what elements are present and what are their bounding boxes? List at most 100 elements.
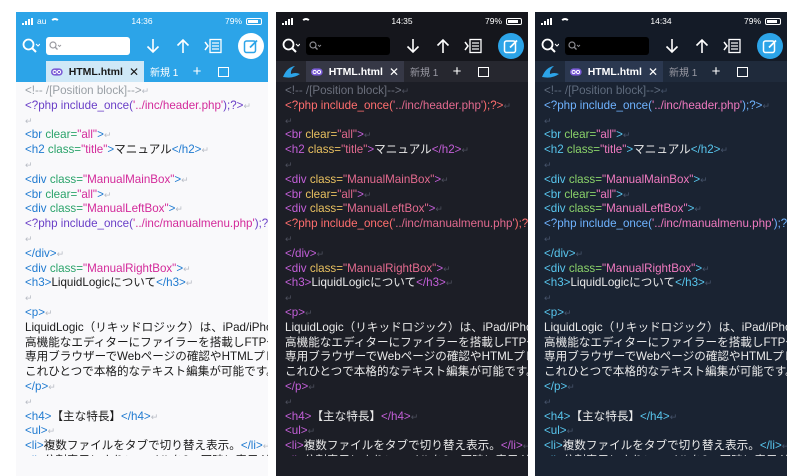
list-icon[interactable] bbox=[721, 35, 743, 57]
return-mark-icon: ↵ bbox=[694, 204, 702, 215]
code-line: <div class="ManualMainBox">↵ bbox=[285, 173, 528, 188]
code-token: </h4> bbox=[121, 409, 151, 423]
code-token: 専用ブラウザーでWebページの確認やHTMLプレ bbox=[544, 350, 787, 364]
return-mark-icon: ↵ bbox=[700, 174, 708, 185]
tab-html-file[interactable]: HTML.html ✕ bbox=[306, 61, 404, 82]
tab-new-file[interactable]: 新規 1 bbox=[404, 61, 444, 82]
code-token: "title" bbox=[81, 143, 108, 157]
arrow-down-icon[interactable] bbox=[661, 35, 683, 57]
code-line: <p>↵ bbox=[285, 306, 528, 321]
code-token: LiquidLogicについて bbox=[51, 276, 157, 290]
code-editor[interactable]: <!-- /[Position block]-->↵ <?php include_… bbox=[16, 82, 268, 456]
return-mark-icon: ↵ bbox=[575, 248, 584, 259]
code-token: <br bbox=[544, 187, 565, 201]
add-tab-button[interactable]: + bbox=[444, 63, 470, 80]
code-token: "title" bbox=[341, 143, 368, 157]
code-token: 【主な特長】 bbox=[570, 409, 641, 423]
code-token: <?php include_once( bbox=[285, 98, 393, 112]
tab-new-file[interactable]: 新規 1 bbox=[144, 61, 184, 82]
code-token: <p> bbox=[285, 305, 305, 319]
code-line: ↵ bbox=[544, 291, 787, 306]
code-line: ↵ bbox=[25, 395, 268, 410]
add-tab-button[interactable]: + bbox=[184, 63, 210, 80]
arrow-up-icon[interactable] bbox=[432, 35, 454, 57]
code-token: これひとつで本格的なテキスト編集が可能です。 bbox=[25, 365, 268, 379]
return-mark-icon: ↵ bbox=[103, 189, 112, 200]
battery-percent: 79% bbox=[224, 16, 242, 26]
code-editor[interactable]: <!-- /[Position block]-->↵ <?php include_… bbox=[535, 82, 787, 456]
code-line: 専用ブラウザーでWebページの確認やHTMLプレ↵ bbox=[285, 350, 528, 365]
code-token: );?> bbox=[483, 98, 504, 112]
tab-html-file[interactable]: HTML.html ✕ bbox=[565, 61, 663, 82]
code-token: "ManualMainBox" bbox=[602, 172, 694, 186]
search-icon[interactable] bbox=[20, 35, 42, 57]
close-tab-icon[interactable]: ✕ bbox=[648, 65, 658, 79]
compose-icon[interactable] bbox=[757, 32, 783, 59]
code-token: 高機能なエディターにファイラーを搭載しFTPや bbox=[285, 335, 528, 349]
compose-icon[interactable] bbox=[498, 32, 524, 59]
return-mark-icon: ↵ bbox=[762, 100, 771, 111]
search-icon[interactable] bbox=[539, 35, 561, 57]
code-token: 複数ファイルをタブで切り替え表示。 bbox=[562, 439, 760, 453]
code-token: <h3> bbox=[25, 276, 52, 290]
code-token: "ManualLeftBox" bbox=[83, 202, 169, 216]
code-token: </h3> bbox=[675, 276, 705, 290]
add-tab-button[interactable]: + bbox=[703, 63, 729, 80]
code-token: <li> bbox=[285, 439, 304, 453]
arrow-up-icon[interactable] bbox=[172, 35, 194, 57]
return-mark-icon: ↵ bbox=[243, 100, 252, 111]
window-icon[interactable] bbox=[210, 61, 236, 82]
search-field-icon bbox=[309, 40, 322, 50]
search-icon[interactable] bbox=[280, 35, 302, 57]
liquidlogic-logo-icon[interactable] bbox=[16, 61, 46, 82]
code-line: <?php include_once('../inc/header.php');… bbox=[544, 99, 787, 114]
arrow-down-icon[interactable] bbox=[402, 35, 424, 57]
editor-toolbar bbox=[535, 30, 787, 61]
code-line: <?php include_once('../inc/manualmenu.ph… bbox=[285, 217, 528, 232]
code-token: LiquidLogicについて bbox=[570, 276, 676, 290]
return-mark-icon: ↵ bbox=[25, 293, 33, 304]
code-token: <li> bbox=[544, 439, 563, 453]
search-input[interactable] bbox=[46, 36, 130, 55]
status-bar: 14:34 79% bbox=[535, 12, 787, 30]
code-line: <li>分割表示によりファイルを2つ同時に表示が bbox=[25, 454, 268, 456]
close-tab-icon[interactable]: ✕ bbox=[389, 65, 399, 79]
liquidlogic-logo-icon[interactable] bbox=[276, 61, 306, 82]
battery-icon bbox=[506, 17, 522, 25]
close-tab-icon[interactable]: ✕ bbox=[129, 65, 139, 79]
window-icon[interactable] bbox=[729, 61, 755, 82]
return-mark-icon: ↵ bbox=[285, 396, 293, 407]
arrow-up-icon[interactable] bbox=[691, 35, 713, 57]
code-token: </p> bbox=[25, 379, 49, 393]
code-line: </p>↵ bbox=[544, 380, 787, 395]
list-icon[interactable] bbox=[462, 35, 484, 57]
code-token: <ul> bbox=[285, 424, 308, 438]
code-token: '../inc/header.php' bbox=[392, 98, 484, 112]
liquidlogic-logo-icon[interactable] bbox=[535, 61, 565, 82]
search-input[interactable] bbox=[565, 36, 649, 55]
list-icon[interactable] bbox=[202, 35, 224, 57]
arrow-down-icon[interactable] bbox=[142, 35, 164, 57]
code-line: <h4>【主な特長】</h4>↵ bbox=[544, 410, 787, 425]
code-line: <div class="ManualLeftBox">↵ bbox=[544, 202, 787, 217]
code-token: </div> bbox=[25, 246, 57, 260]
code-token: <div bbox=[544, 172, 569, 186]
compose-icon[interactable] bbox=[238, 32, 264, 59]
code-line: <div class="ManualRightBox">↵ bbox=[544, 262, 787, 277]
tab-label: HTML.html bbox=[68, 65, 123, 78]
code-line: <?php include_once('../inc/header.php');… bbox=[25, 99, 268, 114]
return-mark-icon: ↵ bbox=[622, 130, 631, 141]
code-token: <li> bbox=[285, 454, 304, 456]
tab-new-file[interactable]: 新規 1 bbox=[663, 61, 703, 82]
code-token: <br bbox=[285, 187, 306, 201]
window-icon[interactable] bbox=[470, 61, 496, 82]
code-editor[interactable]: <!-- /[Position block]-->↵ <?php include_… bbox=[276, 82, 528, 456]
code-token: <h2 bbox=[285, 143, 308, 157]
code-token: </div> bbox=[544, 246, 576, 260]
search-input[interactable] bbox=[306, 36, 390, 55]
code-token: clear= bbox=[564, 128, 597, 142]
code-token: <?php include_once( bbox=[25, 217, 133, 231]
tab-html-file[interactable]: HTML.html ✕ bbox=[46, 61, 144, 82]
code-line: <li>複数ファイルをタブで切り替え表示。</li>↵ bbox=[25, 439, 268, 454]
code-token: マニュアル bbox=[114, 143, 172, 157]
